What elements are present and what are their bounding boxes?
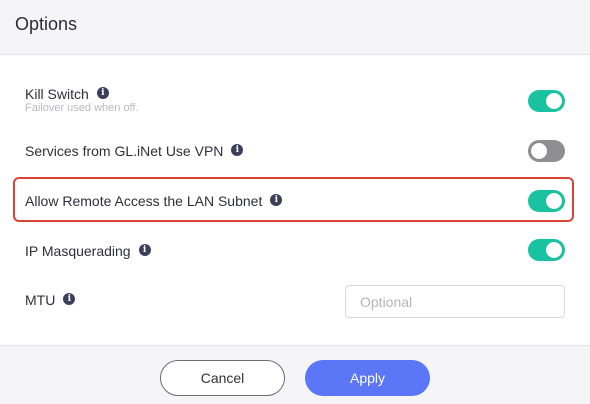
kill-switch-label: Kill Switch [25, 86, 89, 102]
remote-access-row: Allow Remote Access the LAN Subnet i [25, 193, 283, 209]
toggle-knob [546, 193, 562, 209]
glinet-services-toggle[interactable] [528, 140, 565, 162]
remote-access-label: Allow Remote Access the LAN Subnet [25, 193, 263, 209]
dialog-title: Options [15, 14, 78, 34]
info-icon[interactable]: i [231, 144, 244, 156]
kill-switch-toggle[interactable] [528, 90, 565, 112]
toggle-knob [546, 93, 562, 109]
ip-masquerading-toggle[interactable] [528, 239, 565, 261]
ip-masquerading-row: IP Masquerading i [25, 243, 151, 259]
remote-access-toggle[interactable] [528, 190, 565, 212]
mtu-label: MTU [25, 292, 56, 308]
apply-button[interactable]: Apply [305, 360, 430, 396]
toggle-knob [531, 143, 547, 159]
dialog-footer: Cancel Apply [0, 345, 590, 404]
info-icon[interactable]: i [138, 244, 151, 256]
dialog-header: Options [0, 0, 590, 55]
cancel-button[interactable]: Cancel [160, 360, 285, 396]
info-icon[interactable]: i [270, 194, 283, 206]
info-icon[interactable]: i [96, 87, 109, 99]
mtu-input[interactable] [345, 285, 565, 318]
mtu-row: MTU i [25, 292, 76, 308]
toggle-knob [546, 242, 562, 258]
kill-switch-row: Kill Switch i [25, 86, 109, 102]
glinet-services-row: Services from GL.iNet Use VPN i [25, 143, 244, 159]
ip-masquerading-label: IP Masquerading [25, 243, 131, 259]
info-icon[interactable]: i [63, 293, 76, 305]
glinet-services-label: Services from GL.iNet Use VPN [25, 143, 224, 159]
kill-switch-hint: Failover used when off. [25, 102, 139, 114]
